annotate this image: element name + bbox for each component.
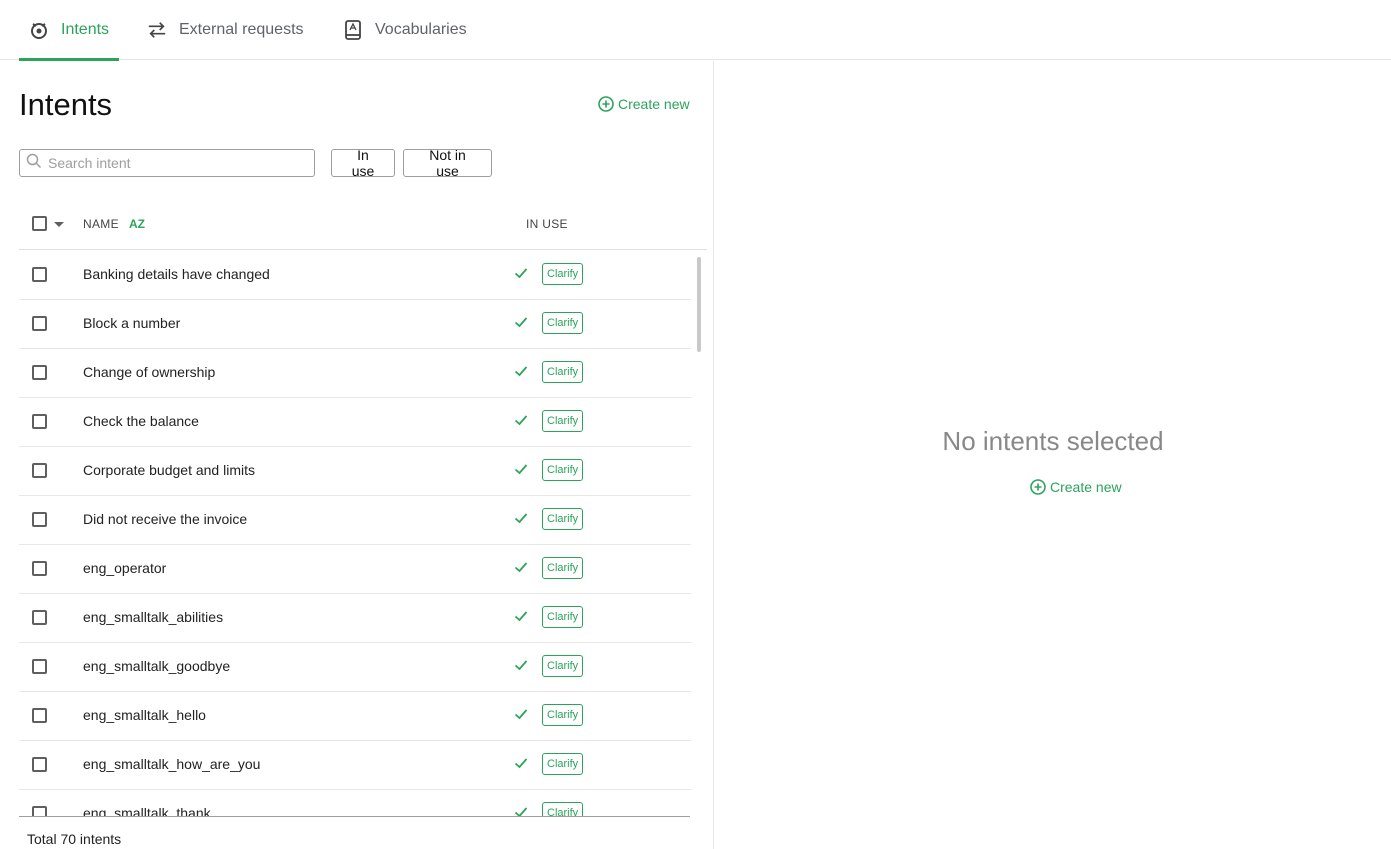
in-use-badge[interactable]: Clarify bbox=[542, 753, 584, 775]
row-checkbox[interactable] bbox=[32, 708, 47, 723]
intents-table-body: Banking details have changed Clarify Block… bbox=[19, 251, 691, 816]
table-row[interactable]: eng_operator Clarify bbox=[19, 545, 691, 594]
row-checkbox[interactable] bbox=[32, 463, 47, 478]
filter-not-in-use-button[interactable]: Not in use bbox=[403, 147, 492, 179]
intents-icon bbox=[29, 20, 49, 40]
create-new-empty-label: Create new bbox=[1050, 479, 1122, 495]
row-checkbox[interactable] bbox=[32, 757, 47, 772]
in-use-badge[interactable]: Clarify bbox=[542, 361, 584, 383]
intent-name: Change of ownership bbox=[83, 364, 216, 380]
book-icon bbox=[343, 20, 363, 40]
intent-name: eng_smalltalk_hello bbox=[83, 707, 206, 723]
row-checkbox[interactable] bbox=[32, 267, 47, 282]
table-row[interactable]: Corporate budget and limits Clarify bbox=[19, 447, 691, 496]
tab-vocabularies[interactable]: Vocabularies bbox=[333, 0, 477, 60]
check-icon bbox=[514, 560, 528, 574]
intent-name: eng_operator bbox=[83, 560, 167, 576]
row-checkbox[interactable] bbox=[32, 512, 47, 527]
create-new-empty-button[interactable]: Create new bbox=[1030, 479, 1122, 495]
in-use-badge[interactable]: Clarify bbox=[542, 508, 584, 530]
table-row[interactable]: eng_smalltalk_hello Clarify bbox=[19, 692, 691, 741]
intent-name: Check the balance bbox=[83, 413, 199, 429]
row-checkbox[interactable] bbox=[32, 806, 47, 816]
plus-circle-icon bbox=[598, 96, 614, 112]
intent-name: eng_smalltalk_thank bbox=[83, 805, 211, 816]
chevron-down-icon[interactable] bbox=[54, 222, 64, 227]
intent-name: Did not receive the invoice bbox=[83, 511, 248, 527]
table-row[interactable]: Change of ownership Clarify bbox=[19, 349, 691, 398]
table-row[interactable]: Block a number Clarify bbox=[19, 300, 691, 349]
in-use-badge[interactable]: Clarify bbox=[542, 459, 584, 481]
select-all-checkbox[interactable] bbox=[32, 216, 47, 231]
plus-circle-icon bbox=[1030, 479, 1046, 495]
intent-name: eng_smalltalk_how_are_you bbox=[83, 756, 261, 772]
create-new-label: Create new bbox=[618, 96, 690, 112]
check-icon bbox=[514, 805, 528, 816]
search-input[interactable] bbox=[48, 155, 298, 171]
check-icon bbox=[514, 413, 528, 427]
tab-intents-label: Intents bbox=[61, 21, 110, 38]
in-use-badge[interactable]: Clarify bbox=[542, 655, 584, 677]
intent-name: Corporate budget and limits bbox=[83, 462, 255, 478]
column-header-name[interactable]: NAME bbox=[83, 217, 119, 231]
table-row[interactable]: eng_smalltalk_thank Clarify bbox=[19, 790, 691, 816]
in-use-badge[interactable]: Clarify bbox=[542, 263, 584, 285]
table-header: NAME AZ IN USE bbox=[19, 200, 707, 250]
row-checkbox[interactable] bbox=[32, 316, 47, 331]
row-checkbox[interactable] bbox=[32, 561, 47, 576]
intents-list-panel: Intents Create new In use Not in use NAM… bbox=[0, 61, 714, 849]
check-icon bbox=[514, 511, 528, 525]
in-use-badge[interactable]: Clarify bbox=[542, 704, 584, 726]
row-checkbox[interactable] bbox=[32, 610, 47, 625]
tab-intents[interactable]: Intents bbox=[19, 0, 119, 61]
in-use-badge[interactable]: Clarify bbox=[542, 557, 584, 579]
divider bbox=[19, 816, 690, 817]
intent-name: eng_smalltalk_abilities bbox=[83, 609, 224, 625]
table-row[interactable]: Banking details have changed Clarify bbox=[19, 251, 691, 300]
check-icon bbox=[514, 266, 528, 280]
table-row[interactable]: eng_smalltalk_how_are_you Clarify bbox=[19, 741, 691, 790]
table-row[interactable]: eng_smalltalk_goodbye Clarify bbox=[19, 643, 691, 692]
create-new-button[interactable]: Create new bbox=[598, 96, 690, 112]
search-icon bbox=[26, 153, 42, 174]
column-header-in-use[interactable]: IN USE bbox=[526, 217, 568, 231]
check-icon bbox=[514, 315, 528, 329]
sort-az-icon[interactable]: AZ bbox=[129, 217, 145, 231]
table-row[interactable]: Check the balance Clarify bbox=[19, 398, 691, 447]
api-arrows-icon bbox=[147, 20, 167, 40]
check-icon bbox=[514, 707, 528, 721]
row-checkbox[interactable] bbox=[32, 659, 47, 674]
filter-in-use-button[interactable]: In use bbox=[331, 147, 395, 179]
intent-name: Banking details have changed bbox=[83, 266, 270, 282]
tab-external-requests-label: External requests bbox=[179, 21, 304, 38]
check-icon bbox=[514, 756, 528, 770]
top-tab-bar: Intents External requests Vocabularies bbox=[0, 0, 1391, 61]
intent-name: Block a number bbox=[83, 315, 181, 331]
tab-vocabularies-label: Vocabularies bbox=[375, 21, 467, 38]
search-box[interactable] bbox=[19, 149, 315, 177]
check-icon bbox=[514, 609, 528, 623]
total-count: Total 70 intents bbox=[27, 831, 122, 847]
check-icon bbox=[514, 462, 528, 476]
table-row[interactable]: eng_smalltalk_abilities Clarify bbox=[19, 594, 691, 643]
table-row[interactable]: Did not receive the invoice Clarify bbox=[19, 496, 691, 545]
check-icon bbox=[514, 658, 528, 672]
empty-state-title: No intents selected bbox=[942, 426, 1164, 456]
in-use-badge[interactable]: Clarify bbox=[542, 312, 584, 334]
in-use-badge[interactable]: Clarify bbox=[542, 606, 584, 628]
tab-external-requests[interactable]: External requests bbox=[137, 0, 314, 60]
in-use-badge[interactable]: Clarify bbox=[542, 802, 584, 816]
row-checkbox[interactable] bbox=[32, 365, 47, 380]
check-icon bbox=[514, 364, 528, 378]
intent-name: eng_smalltalk_goodbye bbox=[83, 658, 231, 674]
row-checkbox[interactable] bbox=[32, 414, 47, 429]
in-use-badge[interactable]: Clarify bbox=[542, 410, 584, 432]
page-title: Intents bbox=[19, 87, 113, 122]
scrollbar[interactable] bbox=[697, 257, 701, 352]
